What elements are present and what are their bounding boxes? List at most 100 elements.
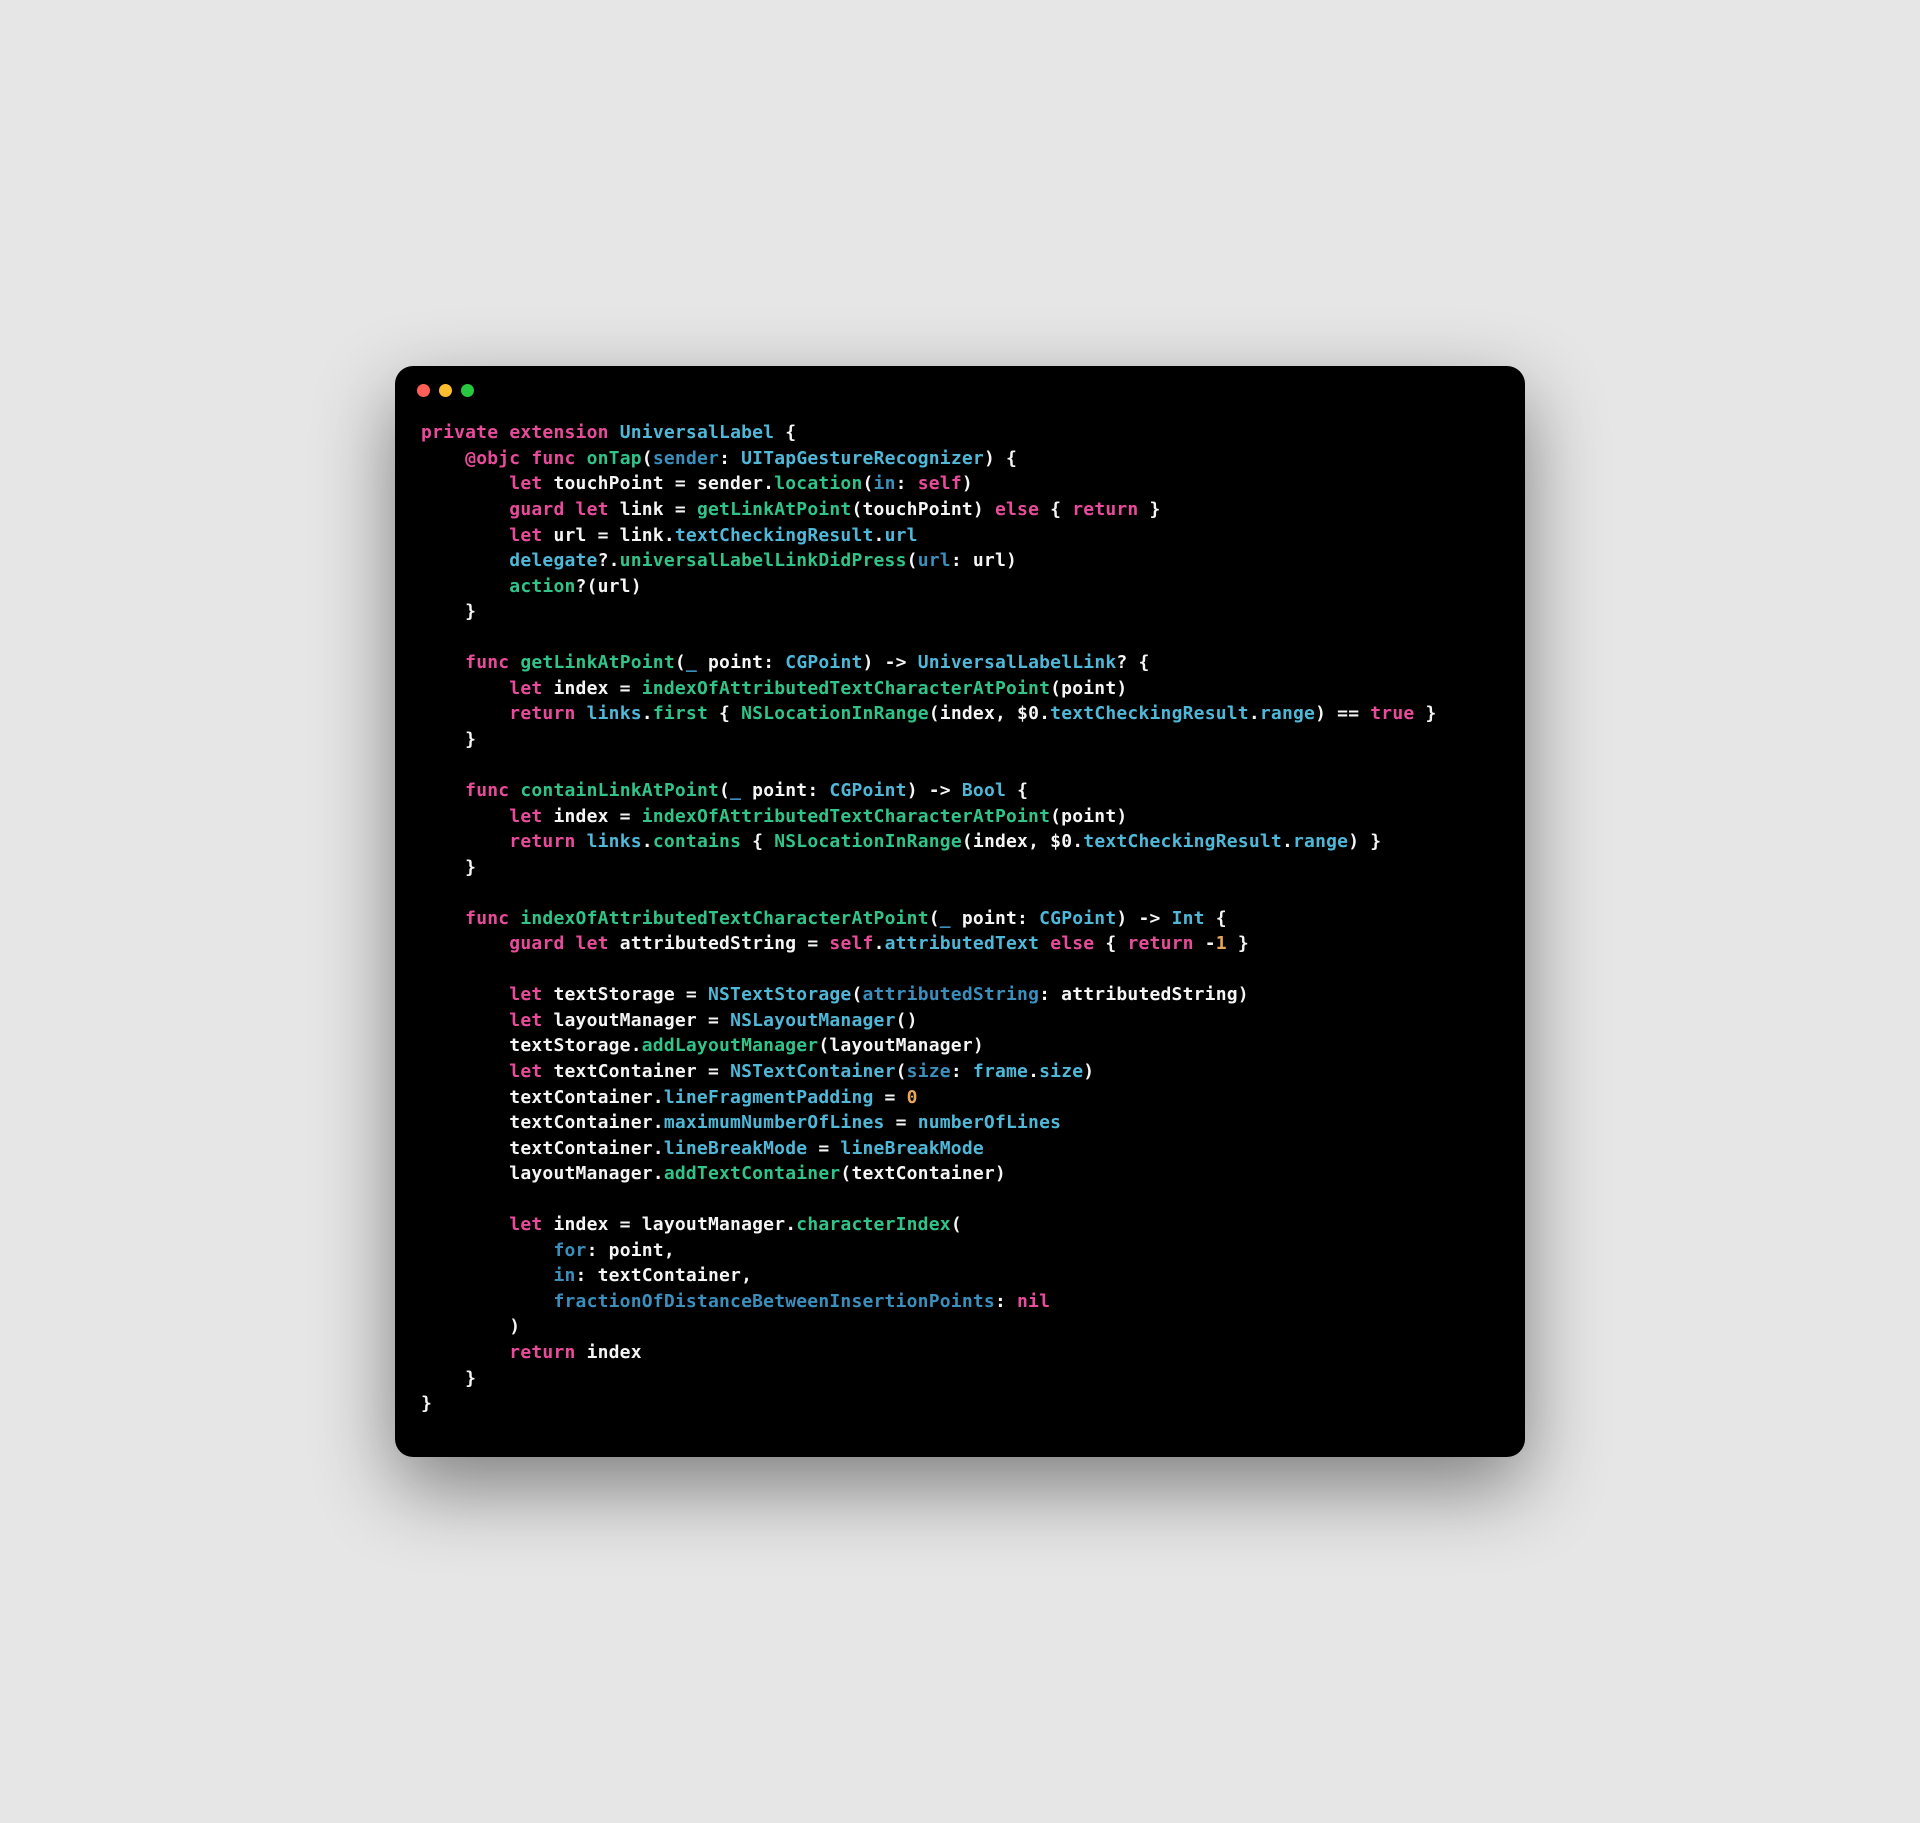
code-token: first: [653, 703, 708, 724]
close-icon[interactable]: [417, 384, 430, 397]
code-token: [421, 1214, 509, 1235]
code-token: in: [874, 473, 896, 494]
code-token: NSLocationInRange: [774, 831, 962, 852]
code-token: (point): [1050, 678, 1127, 699]
code-token: {: [1094, 933, 1127, 954]
code-token: indexOfAttributedTextCharacterAtPoint: [520, 908, 928, 929]
code-token: range: [1260, 703, 1315, 724]
code-token: .: [1249, 703, 1260, 724]
code-token: let: [509, 473, 542, 494]
code-token: lineFragmentPadding: [664, 1087, 874, 1108]
code-token: _: [686, 652, 697, 673]
code-token: (point): [1050, 806, 1127, 827]
code-token: ) }: [1348, 831, 1381, 852]
code-token: index =: [542, 806, 641, 827]
code-token: }: [1227, 933, 1249, 954]
code-token: (layoutManager): [818, 1035, 984, 1056]
code-token: .: [1028, 1061, 1039, 1082]
code-token: CGPoint: [1039, 908, 1116, 929]
code-token: UniversalLabelLink: [918, 652, 1117, 673]
code-token: UITapGestureRecognizer: [741, 448, 984, 469]
code-token: getLinkAtPoint: [697, 499, 852, 520]
code-token: return: [509, 831, 575, 852]
code-token: size: [1039, 1061, 1083, 1082]
code-token: [609, 422, 620, 443]
code-token: [421, 473, 509, 494]
code-token: ?(url): [576, 576, 642, 597]
code-token: {: [741, 831, 774, 852]
code-token: _: [940, 908, 951, 929]
code-token: {: [1205, 908, 1227, 929]
code-token: attributedString =: [609, 933, 830, 954]
code-token: [421, 499, 509, 520]
code-token: else: [1050, 933, 1094, 954]
code-token: touchPoint = sender.: [542, 473, 774, 494]
code-token: layoutManager.: [421, 1163, 664, 1184]
code-token: let: [509, 984, 542, 1005]
code-token: let: [509, 525, 542, 546]
code-token: : textContainer,: [576, 1265, 753, 1286]
code-token: [421, 550, 509, 571]
code-token: [576, 448, 587, 469]
code-token: (: [642, 448, 653, 469]
code-token: let: [576, 933, 609, 954]
code-token: [421, 678, 509, 699]
code-token: =: [807, 1138, 840, 1159]
code-token: CGPoint: [785, 652, 862, 673]
code-token: addLayoutManager: [642, 1035, 819, 1056]
code-token: .: [874, 933, 885, 954]
code-token: {: [1039, 499, 1072, 520]
code-token: index =: [542, 678, 641, 699]
code-token: :: [995, 1291, 1017, 1312]
code-token: url = link.: [542, 525, 674, 546]
code-token: point:: [741, 780, 829, 801]
code-token: (: [863, 473, 874, 494]
code-token: }: [421, 1393, 432, 1414]
code-token: attributedText: [885, 933, 1040, 954]
code-token: (: [896, 1061, 907, 1082]
code-token: 0: [907, 1087, 918, 1108]
code-token: }: [421, 857, 476, 878]
code-token: private: [421, 422, 498, 443]
code-token: ): [962, 473, 973, 494]
code-token: NSTextContainer: [730, 1061, 896, 1082]
minimize-icon[interactable]: [439, 384, 452, 397]
code-token: .: [1282, 831, 1293, 852]
code-token: textStorage.: [421, 1035, 642, 1056]
code-token: (: [851, 984, 862, 1005]
code-token: 1: [1216, 933, 1227, 954]
zoom-icon[interactable]: [461, 384, 474, 397]
code-token: [421, 576, 509, 597]
code-token: guard: [509, 499, 564, 520]
code-token: : url): [951, 550, 1017, 571]
code-token: [421, 1291, 553, 1312]
code-token: link =: [609, 499, 697, 520]
code-token: [498, 422, 509, 443]
code-token: func: [531, 448, 575, 469]
code-token: layoutManager =: [542, 1010, 730, 1031]
code-token: ): [421, 1316, 520, 1337]
code-token: sender: [653, 448, 719, 469]
code-token: url: [885, 525, 918, 546]
code-token: textCheckingResult: [1050, 703, 1249, 724]
code-token: (index, $0.: [929, 703, 1050, 724]
stage: private extension UniversalLabel { @objc…: [0, 0, 1920, 1823]
code-token: point:: [697, 652, 785, 673]
code-token: maximumNumberOfLines: [664, 1112, 885, 1133]
code-token: (: [907, 550, 918, 571]
code-token: textContainer.: [421, 1112, 664, 1133]
code-token: -: [1194, 933, 1216, 954]
code-token: ) ->: [863, 652, 918, 673]
code-token: location: [774, 473, 862, 494]
code-token: return: [509, 703, 575, 724]
code-token: point:: [951, 908, 1039, 929]
code-token: [421, 1061, 509, 1082]
code-token: (): [896, 1010, 918, 1031]
code-token: (index, $0.: [962, 831, 1083, 852]
code-token: lineBreakMode: [840, 1138, 983, 1159]
code-token: extension: [509, 422, 608, 443]
code-token: [421, 703, 509, 724]
code-token: return: [1127, 933, 1193, 954]
code-token: return: [509, 1342, 575, 1363]
code-token: guard: [509, 933, 564, 954]
